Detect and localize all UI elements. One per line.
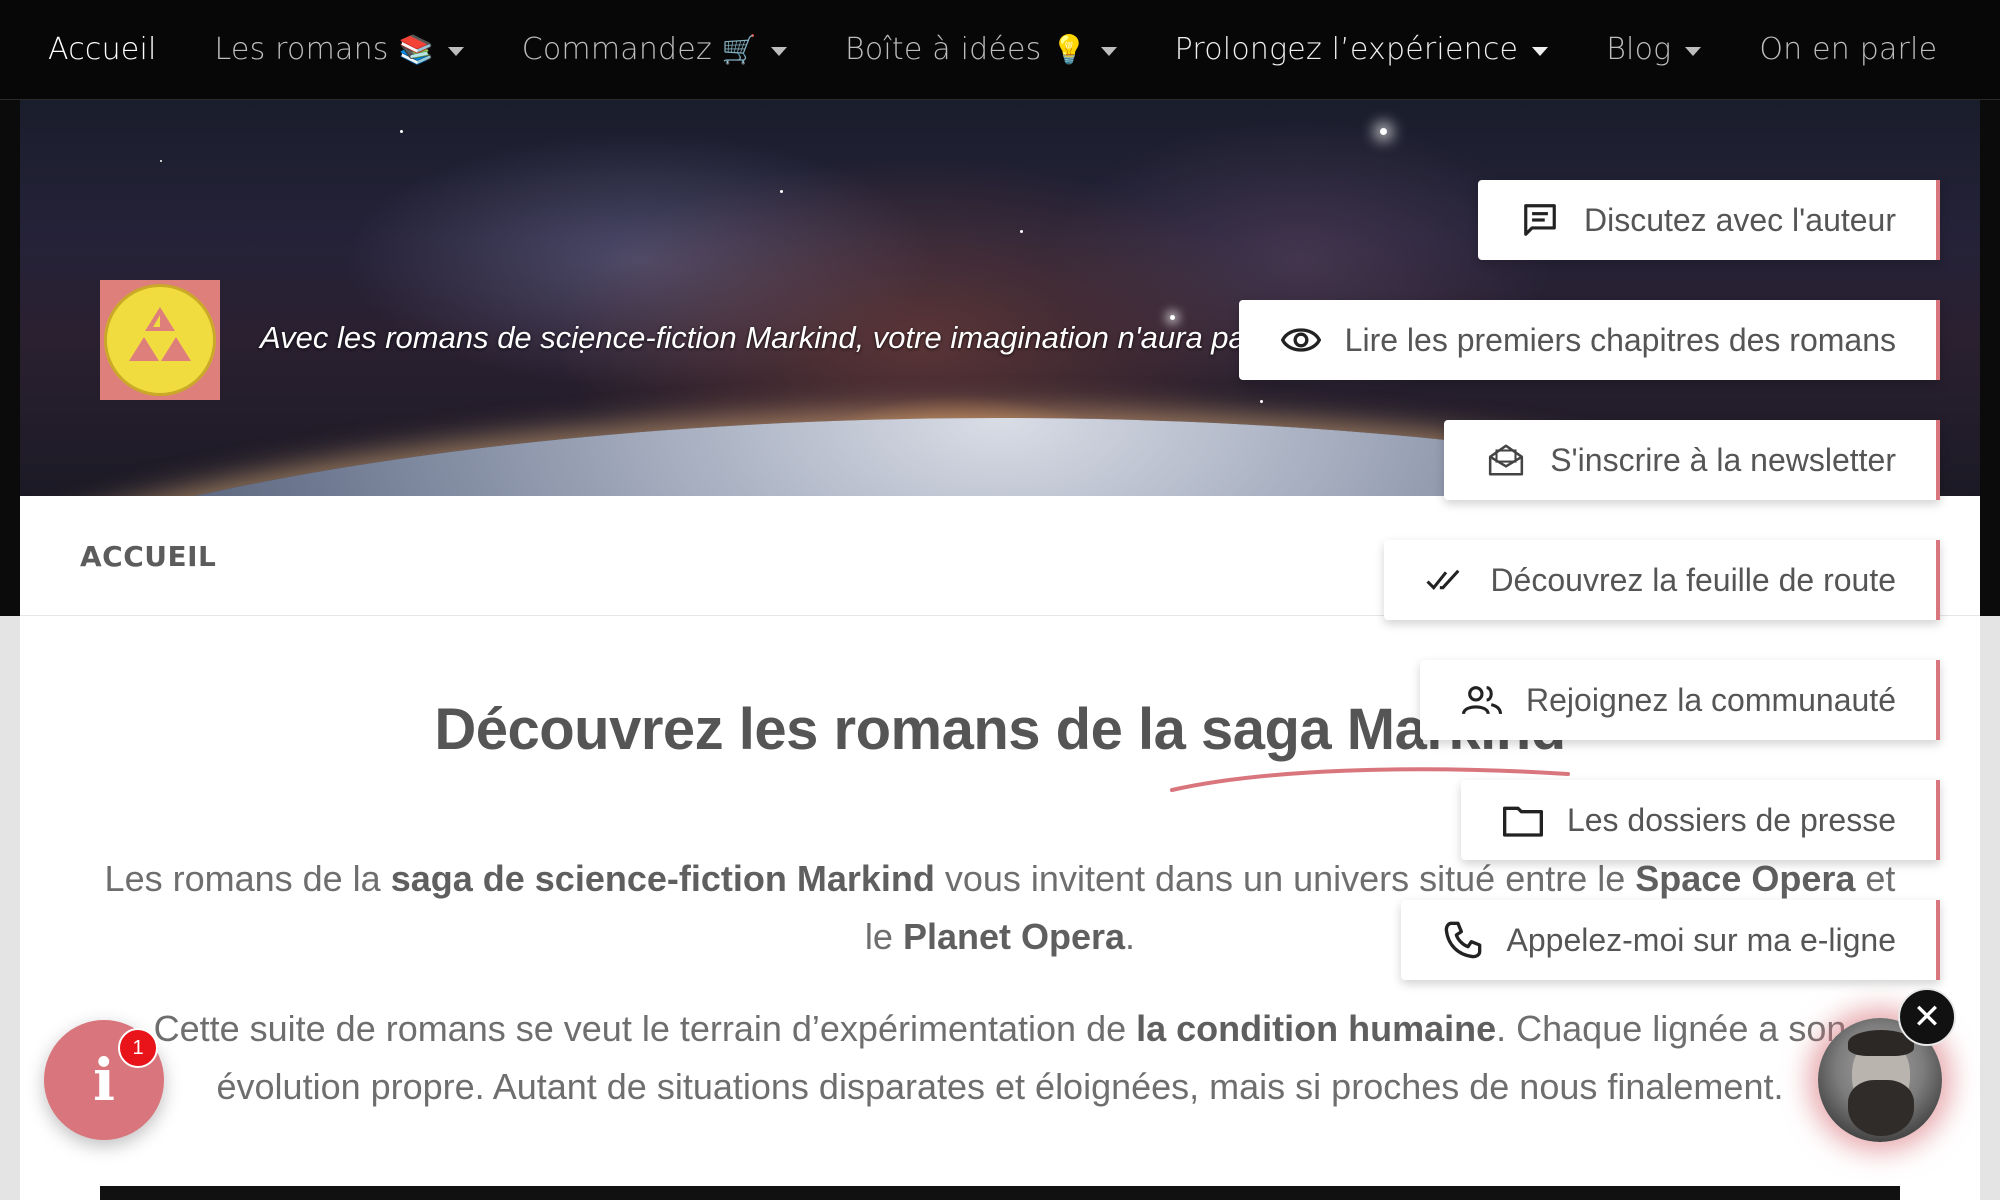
star <box>780 190 783 193</box>
join-community-button[interactable]: Rejoignez la communauté <box>1420 660 1940 740</box>
text: . <box>1125 916 1136 957</box>
button-label: Rejoignez la communauté <box>1526 681 1896 718</box>
nav-label: On en parle <box>1759 32 1938 67</box>
chat-with-author-button[interactable]: Discutez avec l'auteur <box>1477 180 1940 260</box>
caret-down-icon <box>1685 47 1702 56</box>
star <box>160 160 162 162</box>
bold-text: Space Opera <box>1635 858 1856 899</box>
press-kits-button[interactable]: Les dossiers de presse <box>1460 780 1940 860</box>
nav-label: Commandez <box>521 32 712 67</box>
button-label: Lire les premiers chapitres des romans <box>1344 321 1896 358</box>
bold-text: Planet Opera <box>902 916 1126 957</box>
nav-item-blog[interactable]: Blog <box>1606 32 1702 67</box>
site-logo[interactable] <box>100 280 220 400</box>
text: Cette suite de romans se veut le terrain… <box>153 1008 1137 1049</box>
notification-badge: 1 <box>118 1028 158 1068</box>
star <box>1020 230 1023 233</box>
site-tagline: Avec les romans de science-fiction Marki… <box>260 320 1386 355</box>
books-icon: 📚 <box>398 33 434 66</box>
nav-item-accueil[interactable]: Accueil <box>48 32 157 67</box>
top-navigation: Accueil Les romans 📚 Commandez 🛒 Boîte à… <box>0 0 2000 100</box>
bold-text: la condition humaine <box>1136 1008 1497 1049</box>
folder-icon <box>1502 806 1543 837</box>
star <box>1380 128 1387 135</box>
button-label: Discutez avec l'auteur <box>1583 201 1896 238</box>
text: vous invitent dans un univers situé entr… <box>934 858 1636 899</box>
roadmap-button[interactable]: Découvrez la feuille de route <box>1384 540 1940 620</box>
read-first-chapters-button[interactable]: Lire les premiers chapitres des romans <box>1238 300 1940 380</box>
nav-item-prolongez[interactable]: Prolongez l’expérience <box>1175 32 1549 67</box>
button-label: Les dossiers de presse <box>1566 801 1896 838</box>
caret-down-icon <box>1100 47 1117 56</box>
star <box>1260 400 1263 403</box>
avatar-beard <box>1848 1080 1914 1136</box>
nav-label: Accueil <box>48 32 157 67</box>
nav-label: Boîte à idées <box>844 32 1042 67</box>
info-icon: i <box>92 1046 116 1114</box>
nav-item-on-en-parle[interactable]: On en parle <box>1759 32 1937 67</box>
nav-label: Prolongez l’expérience <box>1174 32 1519 67</box>
caret-down-icon <box>770 47 787 56</box>
group-icon <box>1462 686 1503 715</box>
double-check-icon <box>1426 569 1460 590</box>
nav-item-boite-a-idees[interactable]: Boîte à idées 💡 <box>845 32 1117 67</box>
button-label: Appelez-moi sur ma e-ligne <box>1506 921 1897 958</box>
description-paragraph: Cette suite de romans se veut le terrain… <box>100 1000 1900 1116</box>
close-icon: ✕ <box>1912 997 1942 1037</box>
logo-triangles-icon <box>104 284 216 396</box>
call-me-button[interactable]: Appelez-moi sur ma e-ligne <box>1400 900 1940 980</box>
star <box>400 130 403 133</box>
bold-text: saga de science-fiction Markind <box>390 858 935 899</box>
button-label: S'inscrire à la newsletter <box>1550 441 1896 478</box>
chat-icon <box>1524 204 1556 236</box>
text: Les romans de la <box>104 858 391 899</box>
breadcrumb[interactable]: ACCUEIL <box>80 540 216 573</box>
phone-icon <box>1444 921 1481 959</box>
eye-icon <box>1280 328 1321 352</box>
close-widget-button[interactable]: ✕ <box>1898 988 1956 1046</box>
nav-label: Blog <box>1606 32 1672 67</box>
nav-item-commandez[interactable]: Commandez 🛒 <box>522 32 787 67</box>
cart-icon: 🛒 <box>721 33 757 66</box>
lightbulb-icon: 💡 <box>1051 33 1087 66</box>
caret-down-icon <box>1532 47 1549 56</box>
newsletter-signup-button[interactable]: S'inscrire à la newsletter <box>1444 420 1940 500</box>
button-label: Découvrez la feuille de route <box>1490 561 1896 598</box>
nav-label: Les romans <box>214 32 389 67</box>
nav-item-les-romans[interactable]: Les romans 📚 <box>215 32 464 67</box>
mail-icon <box>1489 444 1524 476</box>
caret-down-icon <box>447 47 464 56</box>
video-preview[interactable] <box>100 1186 1900 1200</box>
